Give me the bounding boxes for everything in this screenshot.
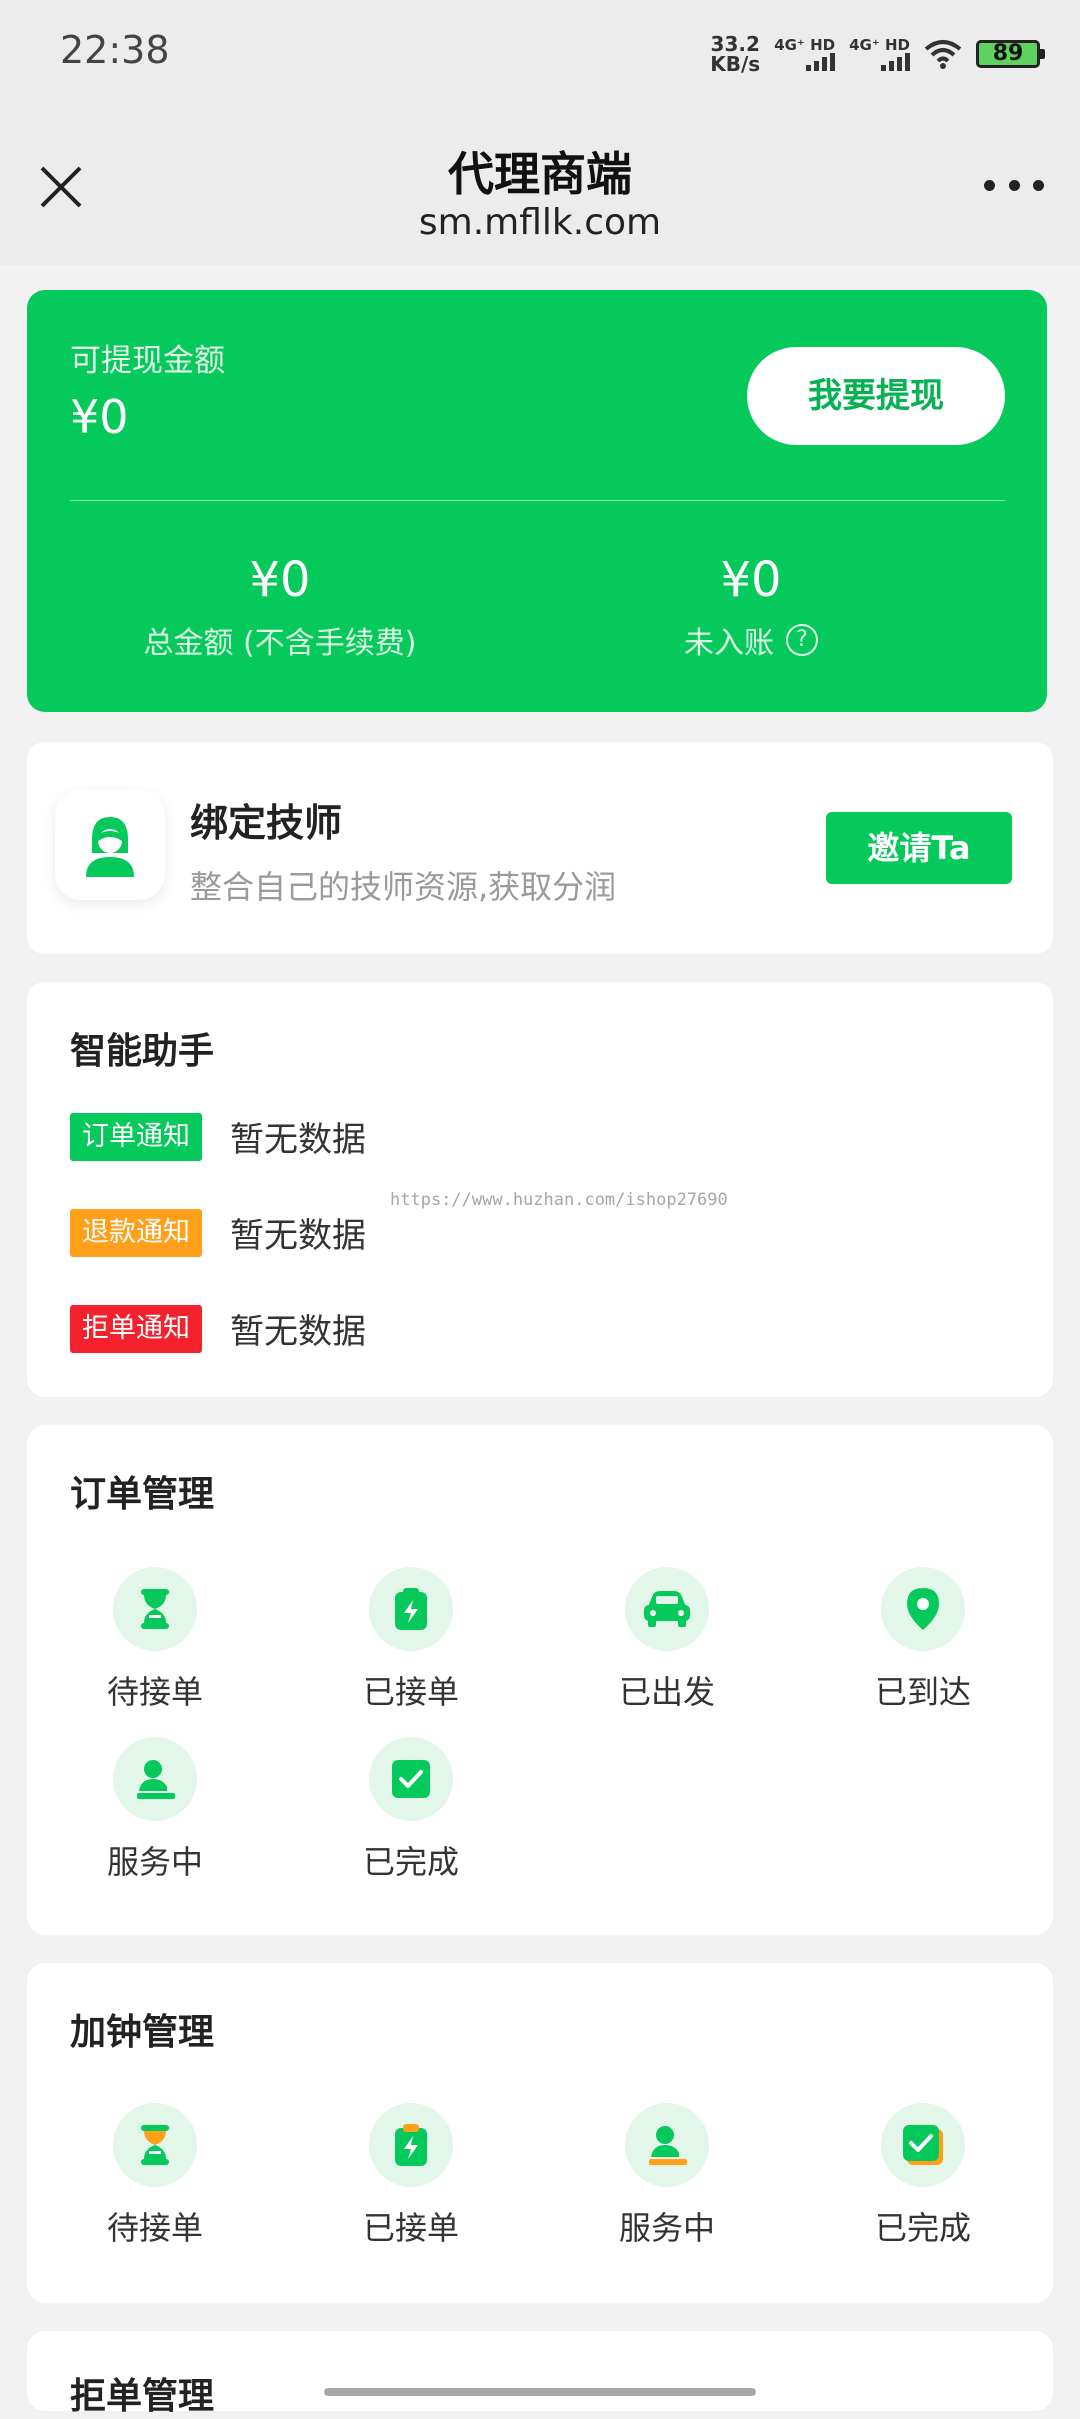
refund-notice-text: 暂无数据 <box>230 1216 366 1256</box>
order-item-completed[interactable]: 已完成 <box>321 1737 501 1883</box>
invite-button[interactable]: 邀请Ta <box>826 812 1012 884</box>
order-item-arrived[interactable]: 已到达 <box>833 1567 1013 1713</box>
notice-order[interactable]: 订单通知 暂无数据 <box>70 1112 366 1161</box>
order-notice-text: 暂无数据 <box>230 1120 366 1160</box>
section-title: 智能助手 <box>70 1031 215 1072</box>
signal-sim2-icon: 4G⁺ HD <box>849 37 910 71</box>
total-amount-label: 总金额 (不含手续费) <box>143 626 417 661</box>
status-bar: 22:38 33.2 KB/s 4G⁺ HD 4G⁺ HD 89 <box>0 0 1080 110</box>
withdraw-button[interactable]: 我要提现 <box>747 347 1005 445</box>
status-indicators: 33.2 KB/s 4G⁺ HD 4G⁺ HD 89 <box>710 32 1045 76</box>
extend-management-card: 加钟管理 待接单 已接单 服务中 已完成 <box>27 1963 1053 2303</box>
withdrawable-amount: ¥0 <box>70 390 129 444</box>
extend-item-in-service[interactable]: 服务中 <box>577 2103 757 2249</box>
more-icon[interactable] <box>984 180 1044 196</box>
order-item-label: 待接单 <box>106 1673 203 1711</box>
extend-item-accepted[interactable]: 已接单 <box>321 2103 501 2249</box>
extend-item-label: 已完成 <box>874 2209 971 2247</box>
hourglass-icon <box>141 2125 169 2165</box>
bind-technician-card: 绑定技师 整合自己的技师资源,获取分润 邀请Ta <box>27 742 1053 954</box>
network-speed: 33.2 KB/s <box>710 32 761 76</box>
clipboard-bolt-icon <box>395 2124 427 2166</box>
status-time: 22:38 <box>60 28 170 72</box>
bind-subtitle: 整合自己的技师资源,获取分润 <box>190 868 617 906</box>
refund-notice-tag: 退款通知 <box>70 1208 202 1257</box>
order-item-departed[interactable]: 已出发 <box>577 1567 757 1713</box>
order-item-pending[interactable]: 待接单 <box>65 1567 245 1713</box>
home-indicator[interactable] <box>324 2388 756 2396</box>
divider <box>70 500 1005 501</box>
notice-reject[interactable]: 拒单通知 暂无数据 <box>70 1304 366 1353</box>
signal-sim1-icon: 4G⁺ HD <box>774 37 836 71</box>
nav-bar: 代理商端 sm.mfllk.com <box>0 110 1080 265</box>
reject-management-card: 拒单管理 <box>27 2331 1053 2417</box>
order-item-label: 已接单 <box>362 1673 459 1711</box>
extend-item-label: 服务中 <box>618 2209 715 2247</box>
order-item-label: 已完成 <box>362 1843 459 1881</box>
total-amount-value: ¥0 <box>249 552 311 608</box>
section-title: 拒单管理 <box>70 2376 215 2417</box>
page-title: 代理商端 <box>448 147 632 201</box>
extend-item-label: 待接单 <box>106 2209 203 2247</box>
order-item-in-service[interactable]: 服务中 <box>65 1737 245 1883</box>
check-square-icon <box>903 2125 943 2165</box>
extend-item-completed[interactable]: 已完成 <box>833 2103 1013 2249</box>
avatar <box>55 790 165 900</box>
reject-notice-tag: 拒单通知 <box>70 1304 202 1353</box>
help-icon[interactable]: ? <box>786 624 818 656</box>
bind-title: 绑定技师 <box>190 801 343 845</box>
section-title: 订单管理 <box>70 1474 215 1515</box>
hourglass-icon <box>141 1589 169 1629</box>
technician-avatar-icon <box>86 817 134 877</box>
order-item-label: 已出发 <box>618 1673 715 1711</box>
battery-icon: 89 <box>976 40 1045 68</box>
location-pin-icon <box>907 1588 939 1630</box>
section-title: 加钟管理 <box>70 2012 215 2053</box>
reject-notice-text: 暂无数据 <box>230 1312 366 1352</box>
clipboard-bolt-icon <box>395 1588 427 1630</box>
car-icon <box>644 1591 690 1627</box>
pending-amount-block: ¥0 未入账 ? <box>541 552 961 662</box>
watermark: https://www.huzhan.com/ishop27690 <box>390 1190 728 1210</box>
balance-card: 可提现金额 ¥0 我要提现 ¥0 总金额 (不含手续费) ¥0 未入账 ? <box>27 290 1047 712</box>
wifi-icon <box>924 40 962 69</box>
total-amount-block: ¥0 总金额 (不含手续费) <box>70 552 490 662</box>
order-management-card: 订单管理 待接单 已接单 已出发 已到达 服务中 已完成 <box>27 1425 1053 1935</box>
extend-item-pending[interactable]: 待接单 <box>65 2103 245 2249</box>
pending-amount-label: 未入账 <box>684 626 774 661</box>
person-service-icon <box>649 2126 687 2165</box>
order-item-accepted[interactable]: 已接单 <box>321 1567 501 1713</box>
withdrawable-label: 可提现金额 <box>70 343 225 379</box>
page-url: sm.mfllk.com <box>418 202 662 243</box>
notice-refund[interactable]: 退款通知 暂无数据 <box>70 1208 366 1257</box>
extend-item-label: 已接单 <box>362 2209 459 2247</box>
order-notice-tag: 订单通知 <box>70 1112 202 1161</box>
pending-amount-value: ¥0 <box>720 552 782 608</box>
person-service-icon <box>137 1760 175 1799</box>
check-square-icon <box>392 1760 430 1798</box>
order-item-label: 服务中 <box>106 1843 203 1881</box>
order-item-label: 已到达 <box>874 1673 971 1711</box>
